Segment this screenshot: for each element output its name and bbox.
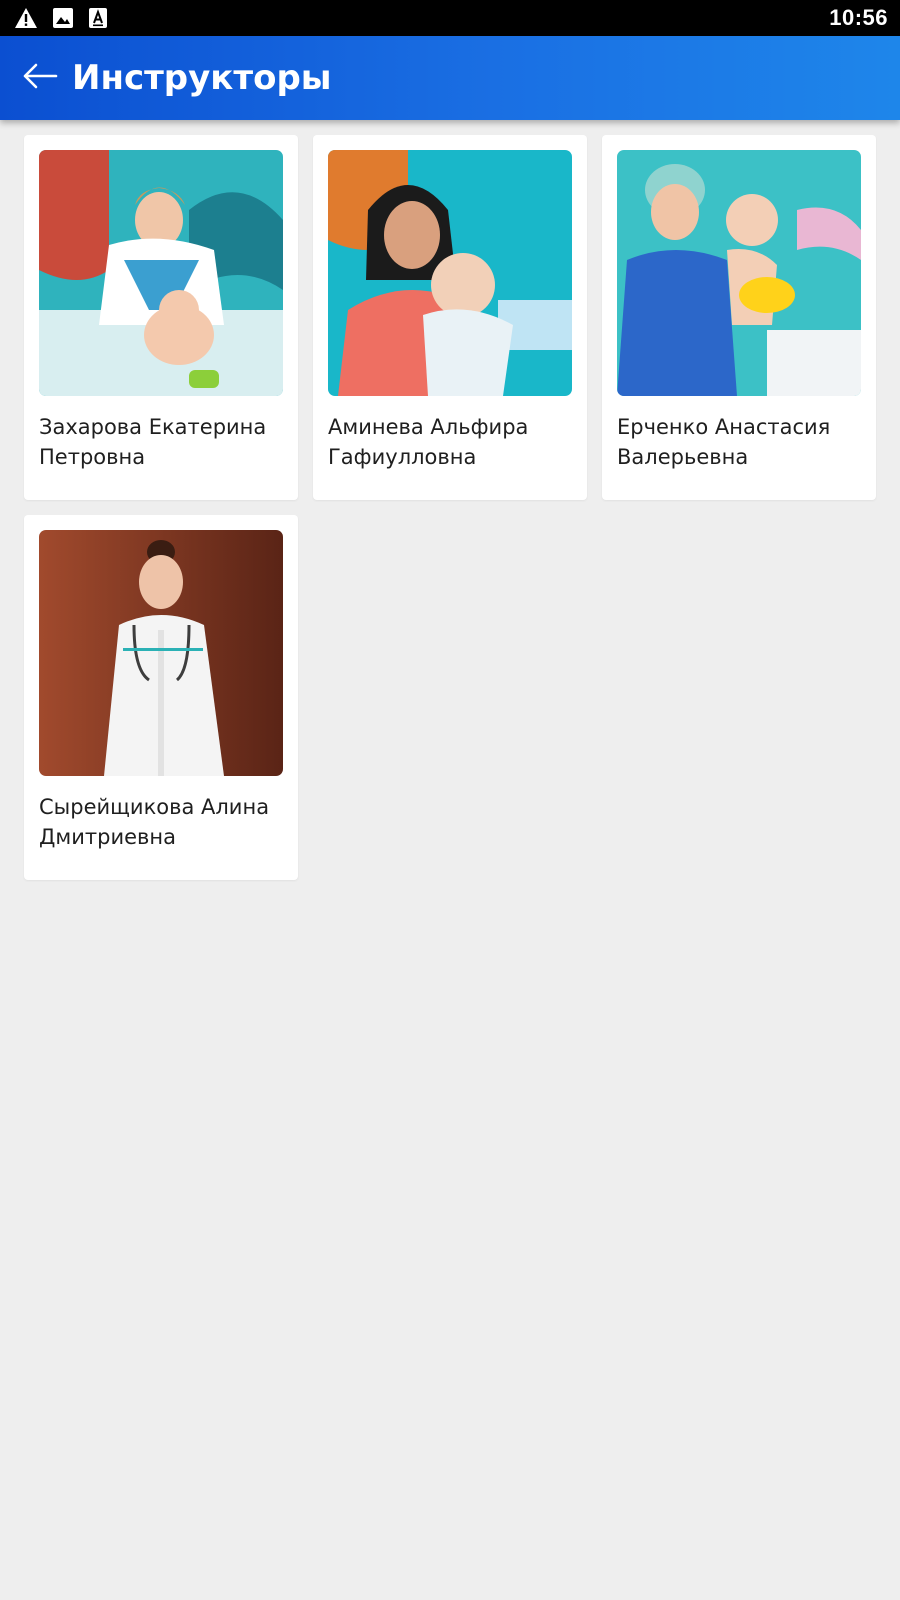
arrow-left-icon xyxy=(22,62,58,95)
image-icon xyxy=(52,7,74,29)
instructor-name: Ерченко Анастасия Валерьевна xyxy=(617,415,831,469)
instructor-grid: Захарова Екатерина Петровна Аминева Альф… xyxy=(24,135,876,880)
instructor-photo xyxy=(617,150,861,396)
status-time: 10:56 xyxy=(829,5,888,30)
app-bar: Инструкторы xyxy=(0,36,900,120)
instructor-name: Захарова Екатерина Петровна xyxy=(39,415,267,469)
instructor-card[interactable]: Сырейщикова Алина Дмитриевна xyxy=(24,515,298,880)
warning-icon xyxy=(14,7,38,29)
page-title: Инструкторы xyxy=(72,58,332,98)
instructor-photo xyxy=(328,150,572,396)
instructor-photo xyxy=(39,530,283,776)
status-bar: 10:56 xyxy=(0,0,900,36)
instructor-name: Сырейщикова Алина Дмитриевна xyxy=(39,795,270,849)
text-a-icon xyxy=(88,7,108,29)
instructor-photo xyxy=(39,150,283,396)
instructor-card[interactable]: Аминева Альфира Гафиулловна xyxy=(313,135,587,500)
instructor-card[interactable]: Ерченко Анастасия Валерьевна xyxy=(602,135,876,500)
back-button[interactable] xyxy=(18,56,62,100)
status-icons xyxy=(14,7,108,29)
instructor-name: Аминева Альфира Гафиулловна xyxy=(328,415,529,469)
instructor-card[interactable]: Захарова Екатерина Петровна xyxy=(24,135,298,500)
